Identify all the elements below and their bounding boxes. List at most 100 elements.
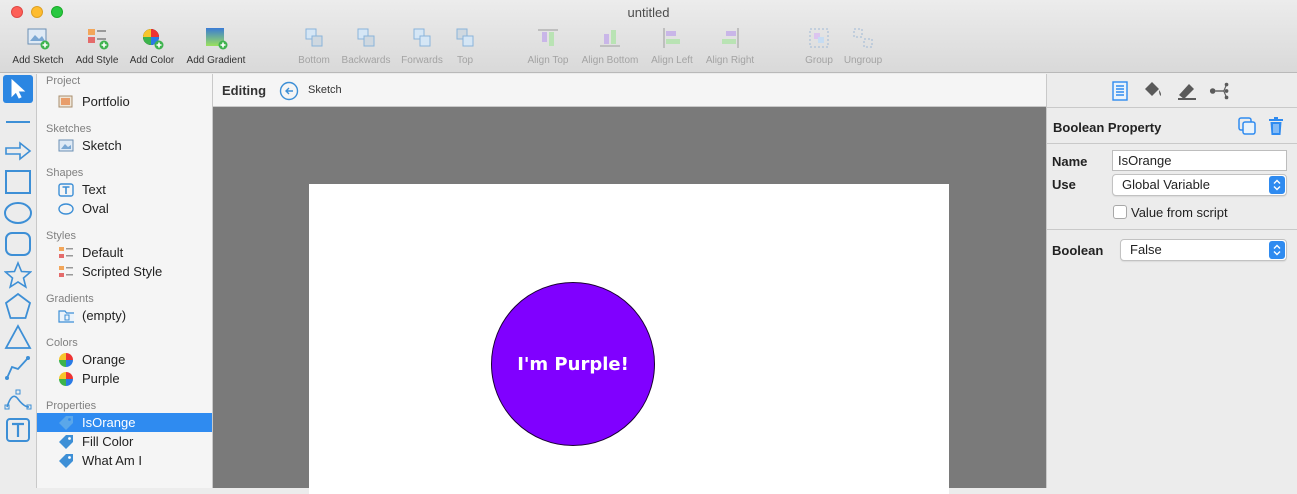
bottom-label: Bottom xyxy=(298,55,330,66)
ungroup-icon xyxy=(853,28,873,48)
add-gradient-label: Add Gradient xyxy=(186,55,246,66)
sidebar-item-portfolio[interactable]: Portfolio xyxy=(37,92,212,111)
canvas-area[interactable]: I'm Purple! xyxy=(213,107,1046,494)
align-right-button[interactable]: Align Right xyxy=(701,26,759,70)
sidebar-item-orange[interactable]: Orange xyxy=(37,350,212,369)
line-icon xyxy=(6,121,30,123)
sidebar-item-default-style[interactable]: Default xyxy=(37,243,212,262)
arrow-tool[interactable] xyxy=(3,137,33,165)
sidebar-item-label: (empty) xyxy=(82,308,127,323)
align-top-icon xyxy=(538,29,558,46)
sidebar-item-text[interactable]: Text xyxy=(37,180,212,199)
sidebar-item-label: Fill Color xyxy=(82,434,134,449)
window-title: untitled xyxy=(627,5,670,20)
app-window: untitled Add Sketch Add Style Add Color … xyxy=(0,0,1297,494)
sidebar-item-sketch[interactable]: Sketch xyxy=(37,136,212,155)
rounded-rectangle-tool[interactable] xyxy=(3,230,33,258)
align-right-icon xyxy=(722,28,739,48)
add-gradient-button[interactable]: Add Gradient xyxy=(181,26,251,70)
sidebar-item-empty-gradient[interactable]: (empty) xyxy=(37,306,212,325)
value-from-script-checkbox[interactable] xyxy=(1113,205,1127,219)
name-label: Name xyxy=(1052,154,1088,169)
polyline-tool[interactable] xyxy=(3,354,33,382)
colors-header: Colors xyxy=(46,337,78,349)
text-tool[interactable] xyxy=(3,416,33,444)
inspector-divider xyxy=(1047,143,1297,144)
trash-icon[interactable] xyxy=(1268,116,1284,136)
sidebar-item-scripted-style[interactable]: Scripted Style xyxy=(37,262,212,281)
name-field[interactable]: IsOrange xyxy=(1112,150,1287,171)
add-color-button[interactable]: Add Color xyxy=(126,26,178,70)
star-tool[interactable] xyxy=(3,261,33,289)
bottom-button[interactable]: Bottom xyxy=(294,26,334,70)
sidebar-item-label: Scripted Style xyxy=(82,264,163,279)
gradients-header: Gradients xyxy=(46,293,94,305)
bring-to-top-icon xyxy=(456,28,474,47)
use-popup[interactable]: Global Variable xyxy=(1112,174,1287,196)
sidebar-item-label: IsOrange xyxy=(82,415,136,430)
sidebar-item-isorange[interactable]: IsOrange xyxy=(37,413,212,432)
value-from-script-label: Value from script xyxy=(1131,205,1228,220)
tab-properties[interactable] xyxy=(1108,79,1132,103)
tag-icon xyxy=(58,434,74,449)
backwards-button[interactable]: Backwards xyxy=(338,26,394,70)
ungroup-label: Ungroup xyxy=(843,55,883,66)
top-button[interactable]: Top xyxy=(450,26,480,70)
editing-sketch-name[interactable]: Sketch xyxy=(308,84,342,96)
align-top-button[interactable]: Align Top xyxy=(522,26,574,70)
ungroup-button[interactable]: Ungroup xyxy=(840,26,886,70)
add-color-icon xyxy=(143,29,164,50)
back-arrow-icon[interactable] xyxy=(279,81,299,101)
forwards-label: Forwards xyxy=(401,55,443,66)
sketch-page[interactable]: I'm Purple! xyxy=(309,184,949,494)
purple-circle-shape[interactable]: I'm Purple! xyxy=(491,282,655,446)
align-left-button[interactable]: Align Left xyxy=(647,26,697,70)
boolean-label: Boolean xyxy=(1052,243,1104,258)
arrow-pointer-icon xyxy=(11,79,26,99)
group-button[interactable]: Group xyxy=(802,26,836,70)
add-style-label: Add Style xyxy=(75,55,119,66)
add-style-icon xyxy=(88,29,109,50)
inspector-panel: Boolean Property Name IsOrange Use Globa… xyxy=(1046,74,1297,488)
sidebar-item-what-am-i[interactable]: What Am I xyxy=(37,451,212,470)
polygon-tool[interactable] xyxy=(3,292,33,320)
align-bottom-label: Align Bottom xyxy=(581,55,639,66)
boolean-popup[interactable]: False xyxy=(1120,239,1287,261)
align-left-label: Align Left xyxy=(651,55,693,66)
align-left-icon xyxy=(663,28,680,48)
triangle-tool[interactable] xyxy=(3,323,33,351)
align-bottom-button[interactable]: Align Bottom xyxy=(577,26,643,70)
sidebar-item-label: Portfolio xyxy=(82,94,130,109)
forwards-button[interactable]: Forwards xyxy=(398,26,446,70)
tab-stroke[interactable] xyxy=(1175,79,1199,103)
rectangle-icon xyxy=(5,170,31,194)
popup-chevron-icon xyxy=(1269,241,1285,259)
sidebar-item-fill-color[interactable]: Fill Color xyxy=(37,432,212,451)
group-icon xyxy=(809,28,829,48)
use-popup-value: Global Variable xyxy=(1122,177,1210,192)
text-tool-icon xyxy=(6,418,30,442)
add-sketch-button[interactable]: Add Sketch xyxy=(8,26,68,70)
tag-icon xyxy=(58,453,74,468)
add-sketch-label: Add Sketch xyxy=(12,55,64,66)
inspector-divider xyxy=(1047,229,1297,230)
sidebar-item-purple[interactable]: Purple xyxy=(37,369,212,388)
title-toolbar: untitled Add Sketch Add Style Add Color … xyxy=(0,0,1297,73)
tab-connections[interactable] xyxy=(1209,79,1233,103)
line-tool[interactable] xyxy=(3,106,33,134)
select-tool[interactable] xyxy=(3,75,33,103)
backwards-label: Backwards xyxy=(341,55,391,66)
rectangle-tool[interactable] xyxy=(3,168,33,196)
sketches-header: Sketches xyxy=(46,123,92,135)
sidebar-item-label: What Am I xyxy=(82,453,142,468)
add-style-button[interactable]: Add Style xyxy=(70,26,124,70)
send-to-bottom-icon xyxy=(305,28,323,47)
oval-tool[interactable] xyxy=(3,199,33,227)
editing-bar: Editing Sketch xyxy=(213,74,1046,107)
sidebar-item-oval[interactable]: Oval xyxy=(37,199,212,218)
tab-fill[interactable] xyxy=(1141,79,1165,103)
duplicate-icon[interactable] xyxy=(1237,116,1257,136)
project-sidebar: Project Portfolio Sketches Sketch Shapes… xyxy=(37,74,213,488)
sketch-icon xyxy=(58,139,74,153)
bezier-tool[interactable] xyxy=(3,385,33,413)
